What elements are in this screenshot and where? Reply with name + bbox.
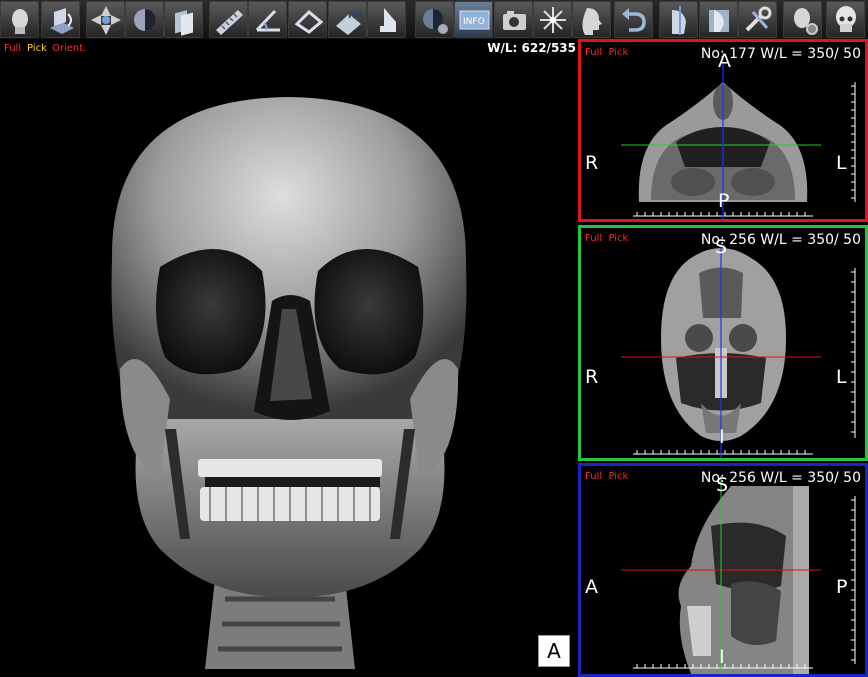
axial-pick[interactable]: Pick — [608, 47, 628, 58]
tools-settings-icon[interactable] — [738, 1, 777, 38]
toolbar: HU INFO — [0, 0, 868, 39]
crosshair-icon[interactable] — [533, 1, 572, 38]
pointer-icon[interactable] — [367, 1, 406, 38]
navigate-arrows-icon[interactable] — [86, 1, 125, 38]
info-button-label: INFO — [463, 17, 485, 27]
undo-icon[interactable] — [614, 1, 653, 38]
clip-box-icon[interactable] — [699, 1, 738, 38]
coronal-slice-image — [621, 243, 856, 458]
sagittal-slice-image — [621, 476, 856, 674]
main-overlay-pick[interactable]: Pick — [27, 43, 47, 54]
main-overlay-full[interactable]: Full — [4, 43, 21, 54]
head-profile-icon[interactable] — [572, 1, 611, 38]
sagittal-pick[interactable]: Pick — [608, 471, 628, 482]
coronal-top-label: S — [715, 236, 728, 258]
skull-icon[interactable] — [826, 1, 865, 38]
rotate-cube-icon[interactable] — [41, 1, 80, 38]
coronal-full[interactable]: Full — [585, 233, 602, 244]
svg-text:HU: HU — [348, 11, 363, 21]
angle-tool-icon[interactable] — [248, 1, 287, 38]
ruler-icon[interactable] — [209, 1, 248, 38]
coronal-left-label: R — [585, 366, 599, 388]
skull-volume-render — [111, 97, 467, 669]
axial-bottom-label: P — [718, 190, 730, 212]
hu-measure-icon[interactable]: HU — [328, 1, 367, 38]
coronal-pick[interactable]: Pick — [608, 233, 628, 244]
camera-icon[interactable] — [494, 1, 533, 38]
cut-plane-icon[interactable] — [659, 1, 698, 38]
main-overlay-orient[interactable]: Orient. — [52, 43, 86, 54]
color-palette-icon[interactable] — [415, 1, 454, 38]
coronal-right-label: L — [836, 366, 847, 388]
sagittal-top-label: S — [716, 474, 729, 496]
sagittal-view-panel[interactable]: Full Pick No: 256 W/L = 350/ 50 S I A P — [578, 463, 868, 677]
coronal-view-panel[interactable]: Full Pick No: 256 W/L = 350/ 50 S I R L — [578, 225, 868, 461]
window-level-readout: W/L: 622/535 — [487, 41, 576, 55]
axial-left-label: R — [585, 152, 599, 174]
sagittal-right-label: P — [836, 576, 848, 598]
sagittal-left-label: A — [585, 576, 598, 598]
head-volume-icon[interactable] — [0, 1, 39, 38]
axial-right-label: L — [836, 152, 847, 174]
sagittal-bottom-label: I — [719, 646, 725, 668]
axial-view-panel[interactable]: Full Pick No: 177 W/L = 350/ 50 A P R L — [578, 39, 868, 222]
sagittal-overlay[interactable]: Full Pick — [585, 471, 628, 482]
axial-overlay[interactable]: Full Pick — [585, 47, 628, 58]
orientation-indicator: A — [538, 635, 570, 667]
info-icon[interactable]: INFO — [454, 1, 493, 38]
slab-stack-icon[interactable] — [164, 1, 203, 38]
coronal-overlay[interactable]: Full Pick — [585, 233, 628, 244]
axial-top-label: A — [718, 50, 731, 72]
head-settings-icon[interactable] — [783, 1, 822, 38]
area-tool-icon[interactable] — [288, 1, 327, 38]
sphere-shading-icon[interactable] — [125, 1, 164, 38]
volume-render-viewport[interactable]: Full Pick Orient. W/L: 622/535 A — [0, 39, 576, 677]
axial-full[interactable]: Full — [585, 47, 602, 58]
coronal-bottom-label: I — [719, 426, 725, 448]
sagittal-full[interactable]: Full — [585, 471, 602, 482]
